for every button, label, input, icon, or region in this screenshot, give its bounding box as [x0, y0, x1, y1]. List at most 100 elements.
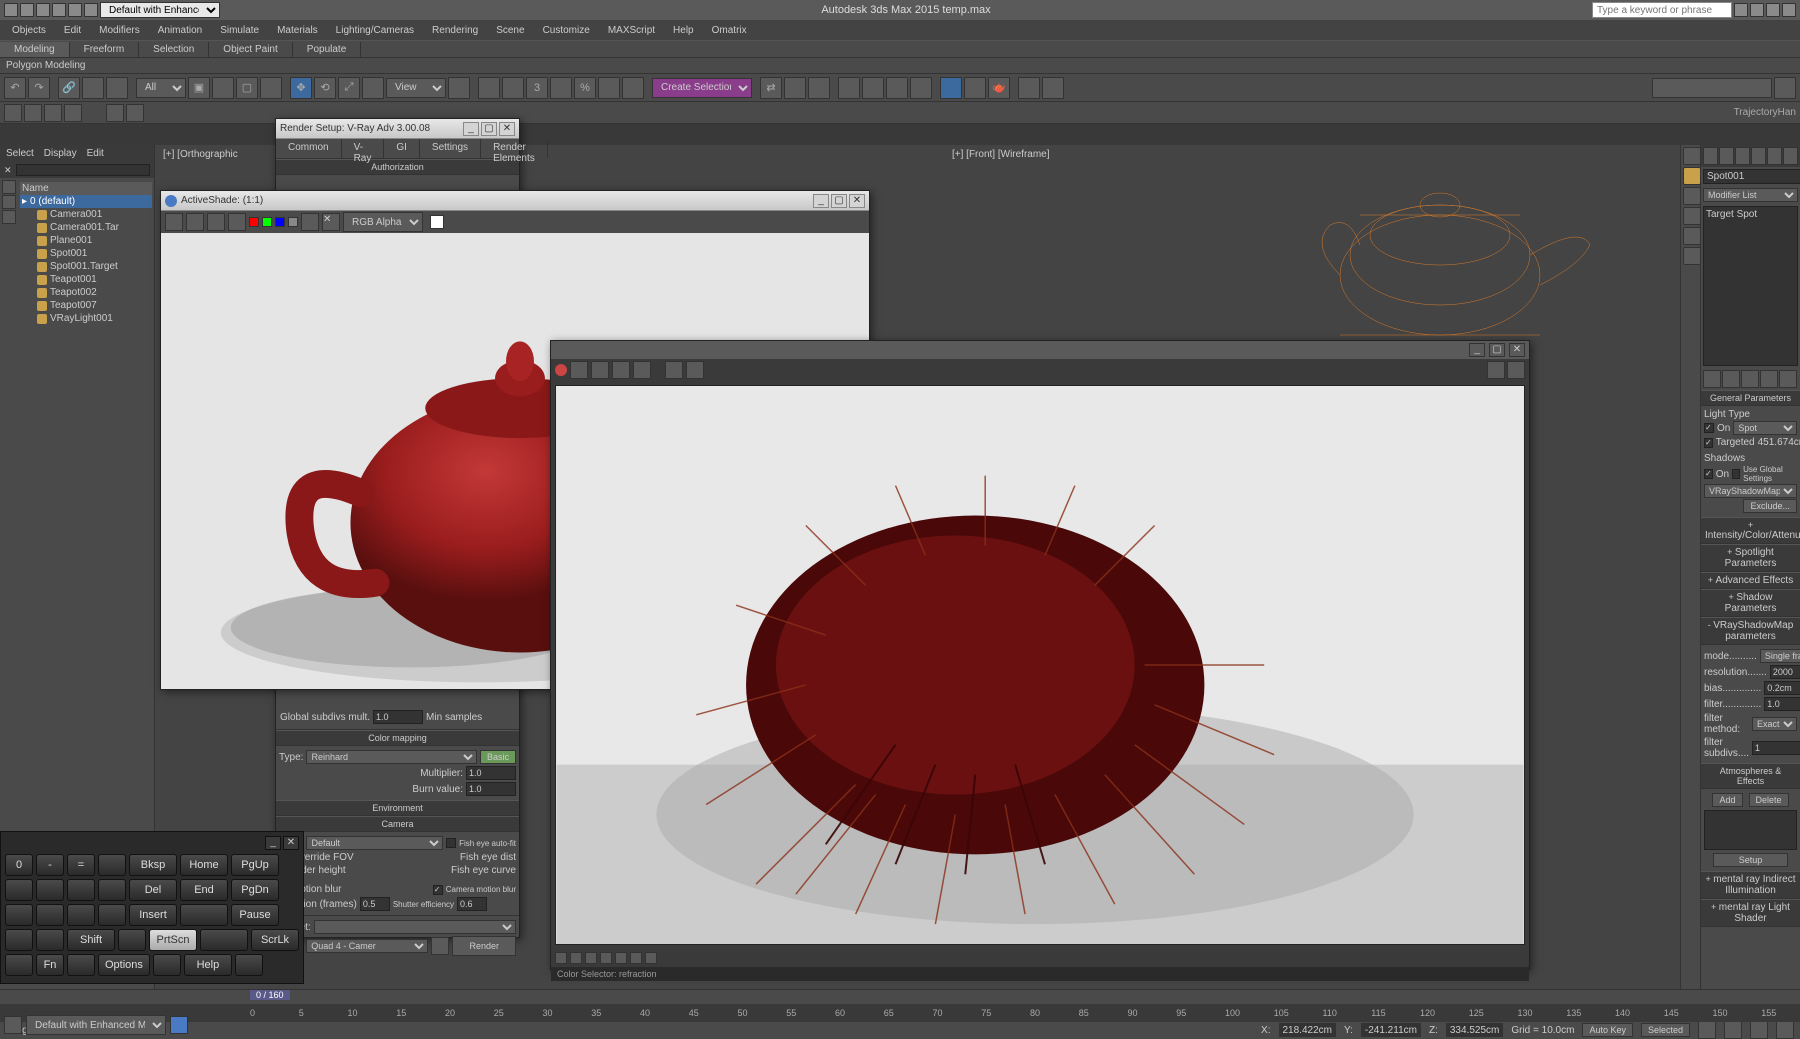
key-help[interactable]: Help [184, 954, 232, 976]
edit-named-button[interactable] [622, 77, 644, 99]
coord-y-value[interactable]: -241.211cm [1361, 1023, 1421, 1037]
colormap-type-combo[interactable]: Reinhard [306, 750, 477, 764]
scene-filter-input[interactable] [16, 164, 150, 176]
mirror-button[interactable]: ⇄ [760, 77, 782, 99]
vfb-settings-icon[interactable] [1487, 361, 1505, 379]
menu-lighting[interactable]: Lighting/Cameras [328, 23, 422, 38]
kb-close-button[interactable]: ✕ [283, 836, 299, 850]
key-insert[interactable]: Insert [129, 904, 177, 926]
copy-image-icon[interactable] [207, 213, 225, 231]
align-button[interactable] [784, 77, 806, 99]
named-selection-combo[interactable]: Create Selection Se [652, 78, 752, 98]
scene-item[interactable]: Camera001 [20, 208, 152, 221]
open-icon[interactable] [36, 3, 50, 17]
delete-atmos-button[interactable]: Delete [1749, 793, 1789, 807]
menu-customize[interactable]: Customize [535, 23, 598, 38]
filter-method-combo[interactable]: Exact [1752, 717, 1797, 731]
rollout-color-mapping[interactable]: Color mapping [276, 730, 519, 746]
menu-materials[interactable]: Materials [269, 23, 326, 38]
vfb-tool-icon[interactable] [612, 361, 630, 379]
configure-icon[interactable] [1779, 370, 1797, 388]
scene-item[interactable]: Teapot002 [20, 286, 152, 299]
ref-coord-combo[interactable]: View [386, 78, 446, 98]
key-blank[interactable] [67, 879, 95, 901]
scene-menu-select[interactable]: Select [6, 148, 34, 159]
key-blank[interactable] [36, 929, 64, 951]
schematic-button[interactable] [886, 77, 908, 99]
menu-objects[interactable]: Objects [4, 23, 54, 38]
vfb-footer-icon[interactable] [645, 952, 657, 964]
panel-tab-icon[interactable] [1735, 147, 1750, 165]
help-search-input[interactable] [1592, 2, 1732, 18]
shutter-input[interactable] [457, 897, 487, 911]
tab-settings[interactable]: Settings [420, 139, 481, 158]
remove-mod-icon[interactable] [1760, 370, 1778, 388]
view-combo[interactable]: Quad 4 - Camer [306, 939, 428, 953]
panel-tab-icon[interactable] [1703, 147, 1718, 165]
close-button[interactable]: ✕ [499, 122, 515, 136]
clone-image-icon[interactable] [228, 213, 246, 231]
preset-combo[interactable] [314, 920, 516, 934]
onscreen-keyboard[interactable]: _ ✕ 0 - = Bksp Home PgUp Del End PgDn In… [0, 831, 304, 984]
angle-snap-button[interactable] [550, 77, 572, 99]
close-button[interactable]: ✕ [1509, 343, 1525, 357]
menu-maxscript[interactable]: MAXScript [600, 23, 663, 38]
select-region-button[interactable]: ▢ [236, 77, 258, 99]
atmos-list[interactable] [1704, 810, 1797, 850]
key-prtscn[interactable]: PrtScn [149, 929, 197, 951]
motion-tab-icon[interactable] [1683, 207, 1701, 225]
vfb-tool-icon[interactable] [665, 361, 683, 379]
layer-new-button[interactable] [106, 104, 124, 122]
minimize-button[interactable]: _ [463, 122, 479, 136]
key-blank[interactable] [98, 879, 126, 901]
vfb-footer-icon[interactable] [555, 952, 567, 964]
display-tab-icon[interactable] [1683, 227, 1701, 245]
duration-input[interactable] [360, 897, 390, 911]
key-pgup[interactable]: PgUp [231, 854, 279, 876]
scene-item[interactable]: Camera001.Tar [20, 221, 152, 234]
key-blank[interactable] [36, 879, 64, 901]
window-crossing-button[interactable] [260, 77, 282, 99]
resolution-input[interactable] [1770, 665, 1800, 679]
workspace-combo-footer[interactable]: Default with Enhanced Mel [26, 1015, 166, 1035]
key-shift[interactable]: Shift [67, 929, 115, 951]
key-blank[interactable] [118, 929, 146, 951]
make-unique-icon[interactable] [1741, 370, 1759, 388]
red-channel-icon[interactable] [249, 217, 259, 227]
time-ruler[interactable]: 0510152025303540455055606570758085909510… [0, 1004, 1800, 1022]
modify-tab-icon[interactable] [1683, 167, 1701, 185]
panel-tab-icon[interactable] [1751, 147, 1766, 165]
area-render-icon[interactable] [165, 213, 183, 231]
key-del[interactable]: Del [129, 879, 177, 901]
use-global-checkbox[interactable] [1732, 469, 1740, 479]
key-minus[interactable]: - [36, 854, 64, 876]
maximize-button[interactable]: ▢ [1489, 343, 1505, 357]
app-icon[interactable] [4, 3, 18, 17]
play-button[interactable] [1698, 1021, 1716, 1039]
nav-button[interactable] [1750, 1021, 1768, 1039]
utilities-tab-icon[interactable] [1683, 247, 1701, 265]
modifier-stack[interactable]: Target Spot [1703, 206, 1798, 366]
ribbon-tab-objectpaint[interactable]: Object Paint [209, 42, 292, 57]
minimize-button[interactable]: _ [1469, 343, 1485, 357]
scene-type-icon[interactable] [2, 195, 16, 209]
key-blank[interactable] [67, 904, 95, 926]
material-editor-button[interactable] [910, 77, 932, 99]
key-home[interactable]: Home [180, 854, 228, 876]
light-on-checkbox[interactable] [1704, 423, 1714, 433]
axis-xy-button[interactable] [64, 104, 82, 122]
vfb-footer-icon[interactable] [585, 952, 597, 964]
hierarchy-tab-icon[interactable] [1683, 187, 1701, 205]
rollout-atmos[interactable]: Atmospheres & Effects [1701, 763, 1800, 789]
key-scrlk[interactable]: ScrLk [251, 929, 299, 951]
layer-manager-button[interactable] [126, 104, 144, 122]
menu-modifiers[interactable]: Modifiers [91, 23, 148, 38]
curve-editor-button[interactable] [862, 77, 884, 99]
key-blank[interactable] [98, 904, 126, 926]
clear-icon[interactable]: ✕ [322, 213, 340, 231]
viewport-label-front[interactable]: [+] [Front] [Wireframe] [948, 147, 1054, 162]
extras2-button[interactable] [1042, 77, 1064, 99]
rollout-spotlight[interactable]: + Spotlight Parameters [1701, 544, 1800, 572]
exclude-button[interactable]: Exclude... [1743, 499, 1797, 513]
axis-x-button[interactable] [4, 104, 22, 122]
